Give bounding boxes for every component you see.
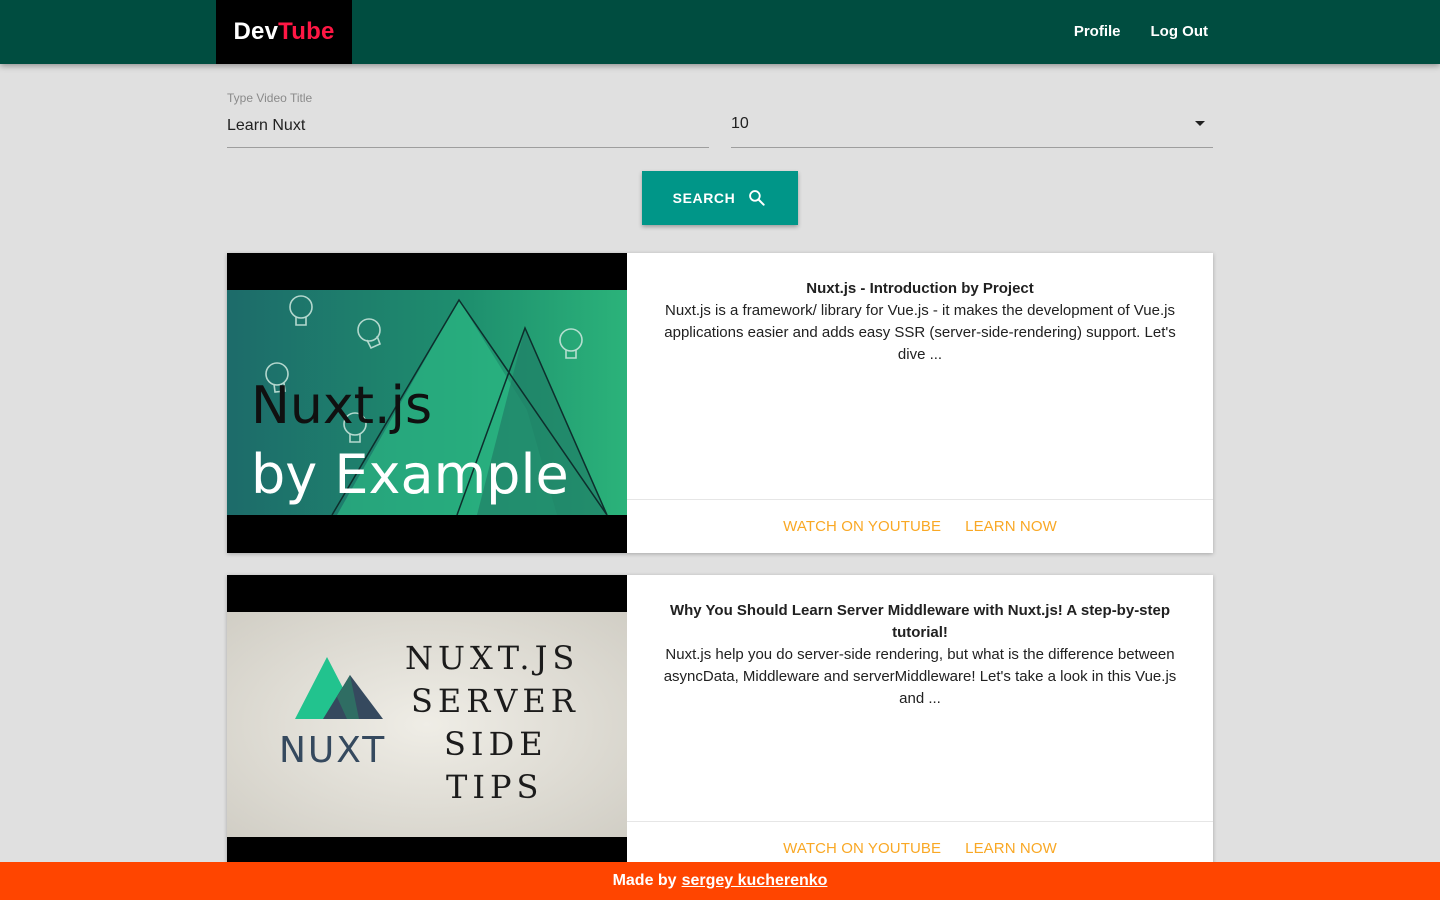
video-description: Nuxt.js is a framework/ library for Vue.… (664, 302, 1176, 363)
search-form: Type Video Title 10 (227, 86, 1213, 150)
video-thumbnail[interactable]: NUXT NUXT.JS SERVER SIDE TIPS (227, 575, 627, 875)
video-card: NUXT NUXT.JS SERVER SIDE TIPS Why You Sh… (227, 575, 1213, 875)
result-count-value: 10 (731, 115, 749, 132)
thumbnail-title-line-2: by Example (251, 443, 569, 506)
logo-tube-text: Tube (278, 18, 335, 45)
video-title-input[interactable] (227, 114, 709, 138)
video-info: Why You Should Learn Server Middleware w… (627, 575, 1213, 821)
footer: Made by sergey kucherenko (0, 862, 1440, 900)
video-thumbnail[interactable]: Nuxt.js by Example (227, 253, 627, 553)
search-button-label: SEARCH (672, 190, 736, 206)
video-card: Nuxt.js by Example Nuxt.js - Introductio… (227, 253, 1213, 553)
video-info: Nuxt.js - Introduction by Project Nuxt.j… (627, 253, 1213, 499)
thumbnail-line-2: SERVER (411, 682, 580, 720)
logo-dev-text: Dev (233, 18, 279, 45)
dropdown-arrow-icon[interactable] (1195, 121, 1205, 126)
search-button[interactable]: SEARCH (642, 171, 798, 225)
top-app-bar: Dev Tube Profile Log Out (0, 0, 1440, 64)
video-actions: WATCH ON YOUTUBE LEARN NOW (627, 499, 1213, 553)
result-count-select[interactable]: 10 (731, 86, 1213, 148)
thumbnail-title-line-1: Nuxt.js (251, 376, 432, 436)
video-title: Nuxt.js - Introduction by Project (806, 280, 1034, 297)
thumbnail-line-1: NUXT.JS (405, 639, 579, 677)
watch-on-youtube-link[interactable]: WATCH ON YOUTUBE (783, 840, 941, 857)
author-link[interactable]: sergey kucherenko (682, 872, 828, 890)
search-icon (749, 190, 766, 206)
video-title-label: Type Video Title (227, 91, 313, 105)
thumbnail-image: NUXT NUXT.JS SERVER SIDE TIPS (227, 612, 627, 837)
profile-link[interactable]: Profile (1059, 0, 1136, 64)
thumbnail-line-4: TIPS (446, 768, 543, 806)
thumbnail-line-3: SIDE (444, 725, 548, 763)
footer-made-by: Made by (612, 872, 677, 889)
top-nav: Profile Log Out (1059, 0, 1224, 64)
video-title-field: Type Video Title (227, 86, 709, 148)
learn-now-link[interactable]: LEARN NOW (965, 840, 1057, 857)
video-description: Nuxt.js help you do server-side renderin… (663, 646, 1177, 707)
watch-on-youtube-link[interactable]: WATCH ON YOUTUBE (783, 518, 941, 535)
learn-now-link[interactable]: LEARN NOW (965, 518, 1057, 535)
logout-link[interactable]: Log Out (1136, 0, 1224, 64)
devtube-logo[interactable]: Dev Tube (216, 0, 352, 64)
thumbnail-brand-text: NUXT (279, 730, 386, 771)
video-title: Why You Should Learn Server Middleware w… (669, 602, 1171, 641)
thumbnail-image: Nuxt.js by Example (227, 290, 627, 515)
